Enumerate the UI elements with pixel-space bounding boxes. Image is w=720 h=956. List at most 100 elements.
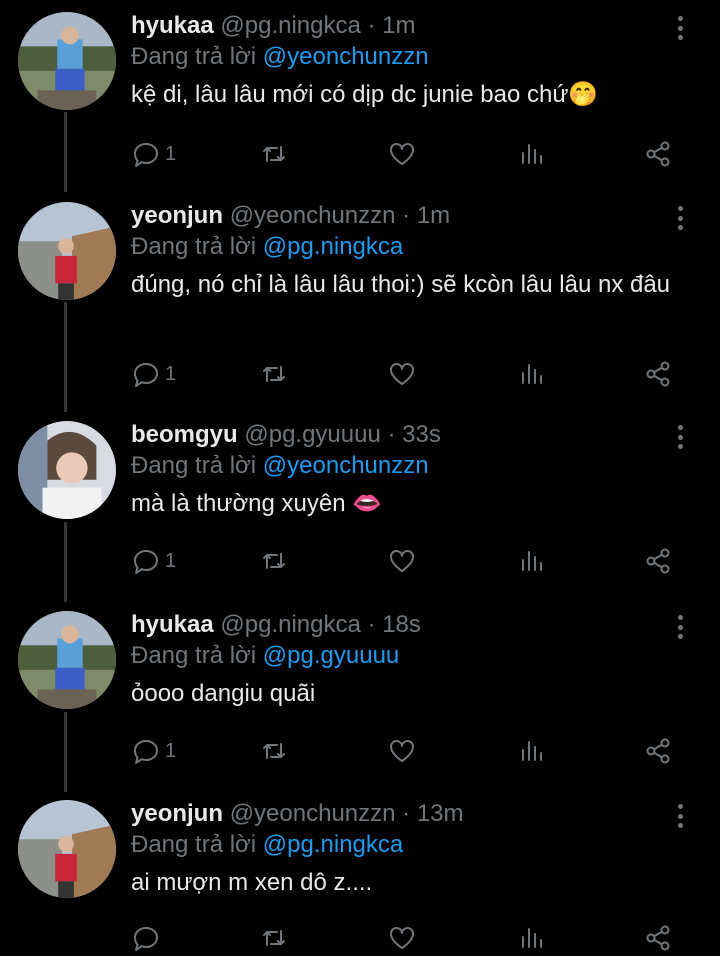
views-button[interactable]	[517, 733, 547, 769]
mention-link[interactable]: @yeonchunzzn	[263, 43, 429, 70]
separator: ·	[402, 202, 411, 229]
share-button[interactable]	[643, 733, 673, 769]
reply-icon	[134, 143, 158, 167]
share-icon	[646, 738, 670, 764]
user-handle[interactable]: @yeonchunzzn	[230, 800, 396, 827]
timestamp[interactable]: 18s	[382, 611, 421, 638]
reply-prefix: Đang trả lời	[131, 452, 257, 479]
more-icon[interactable]	[670, 423, 690, 451]
reply-button[interactable]: 1	[131, 543, 176, 579]
mention-link[interactable]: @pg.ningkca	[263, 831, 403, 858]
reply-button[interactable]: 1	[131, 733, 176, 769]
thread-line	[64, 522, 67, 602]
mention-link[interactable]: @yeonchunzzn	[263, 452, 429, 479]
avatar[interactable]	[18, 800, 116, 898]
avatar[interactable]	[18, 421, 116, 519]
tweet-header: hyukaa @pg.ningkca · 18s	[131, 611, 421, 639]
views-button[interactable]	[517, 356, 547, 392]
retweet-icon	[263, 743, 285, 759]
views-icon	[522, 364, 542, 384]
tweet-text: ai mượn m xen dô z....	[131, 869, 373, 896]
views-icon	[522, 741, 542, 761]
share-icon	[646, 361, 670, 387]
thread-line	[64, 112, 67, 192]
mention-link[interactable]: @pg.gyuuuu	[263, 642, 399, 669]
more-icon[interactable]	[670, 14, 690, 42]
display-name[interactable]: hyukaa	[131, 12, 214, 39]
action-bar: 1	[131, 733, 691, 769]
display-name[interactable]: yeonjun	[131, 800, 223, 827]
action-bar: 1	[131, 543, 691, 579]
action-bar: 1	[131, 356, 691, 392]
more-icon[interactable]	[670, 204, 690, 232]
retweet-button[interactable]	[259, 920, 289, 956]
separator: ·	[387, 421, 396, 448]
more-icon[interactable]	[670, 802, 690, 830]
views-icon	[522, 928, 542, 948]
retweet-button[interactable]	[259, 543, 289, 579]
user-handle[interactable]: @pg.gyuuuu	[244, 421, 380, 448]
retweet-button[interactable]	[259, 733, 289, 769]
share-button[interactable]	[643, 136, 673, 172]
like-icon	[390, 550, 414, 572]
more-icon[interactable]	[670, 613, 690, 641]
reply-button[interactable]	[131, 920, 165, 956]
tweet-header: hyukaa @pg.ningkca · 1m	[131, 12, 416, 40]
reply-count: 1	[165, 549, 177, 572]
user-handle[interactable]: @pg.ningkca	[220, 611, 360, 638]
reply-count: 1	[165, 362, 177, 385]
reply-context: Đang trả lời @pg.gyuuuu	[131, 642, 399, 670]
separator: ·	[367, 12, 376, 39]
like-icon	[390, 740, 414, 762]
retweet-button[interactable]	[259, 356, 289, 392]
retweet-icon	[263, 930, 285, 946]
avatar[interactable]	[18, 12, 116, 110]
tweet-text: mà là thường xuyên 👄	[131, 490, 383, 517]
reply-icon	[134, 740, 158, 764]
reply-prefix: Đang trả lời	[131, 43, 257, 70]
retweet-icon	[263, 146, 285, 162]
display-name[interactable]: hyukaa	[131, 611, 214, 638]
like-icon	[390, 363, 414, 385]
like-button[interactable]	[387, 733, 417, 769]
display-name[interactable]: beomgyu	[131, 421, 238, 448]
action-bar: 1	[131, 136, 691, 172]
avatar[interactable]	[18, 611, 116, 709]
like-button[interactable]	[387, 356, 417, 392]
reply-icon	[134, 550, 158, 574]
mention-link[interactable]: @pg.ningkca	[263, 233, 403, 260]
reply-prefix: Đang trả lời	[131, 642, 257, 669]
tweet-header: yeonjun @yeonchunzzn · 13m	[131, 800, 464, 828]
reply-prefix: Đang trả lời	[131, 831, 257, 858]
share-icon	[646, 548, 670, 574]
timestamp[interactable]: 33s	[402, 421, 441, 448]
tweet-header: beomgyu @pg.gyuuuu · 33s	[131, 421, 441, 449]
like-icon	[390, 927, 414, 949]
like-button[interactable]	[387, 543, 417, 579]
views-icon	[522, 144, 542, 164]
user-handle[interactable]: @yeonchunzzn	[230, 202, 396, 229]
avatar[interactable]	[18, 202, 116, 300]
share-button[interactable]	[643, 356, 673, 392]
views-button[interactable]	[517, 136, 547, 172]
retweet-icon	[263, 553, 285, 569]
share-button[interactable]	[643, 543, 673, 579]
views-button[interactable]	[517, 920, 547, 956]
like-button[interactable]	[387, 920, 417, 956]
user-handle[interactable]: @pg.ningkca	[220, 12, 360, 39]
reply-count: 1	[165, 142, 177, 165]
reply-button[interactable]: 1	[131, 356, 176, 392]
retweet-button[interactable]	[259, 136, 289, 172]
views-button[interactable]	[517, 543, 547, 579]
share-icon	[646, 925, 670, 951]
like-icon	[390, 143, 414, 165]
timestamp[interactable]: 13m	[417, 800, 464, 827]
timestamp[interactable]: 1m	[382, 12, 415, 39]
display-name[interactable]: yeonjun	[131, 202, 223, 229]
share-button[interactable]	[643, 920, 673, 956]
reply-icon	[134, 927, 158, 951]
reply-button[interactable]: 1	[131, 136, 176, 172]
timestamp[interactable]: 1m	[417, 202, 450, 229]
like-button[interactable]	[387, 136, 417, 172]
reply-context: Đang trả lời @yeonchunzzn	[131, 43, 429, 71]
